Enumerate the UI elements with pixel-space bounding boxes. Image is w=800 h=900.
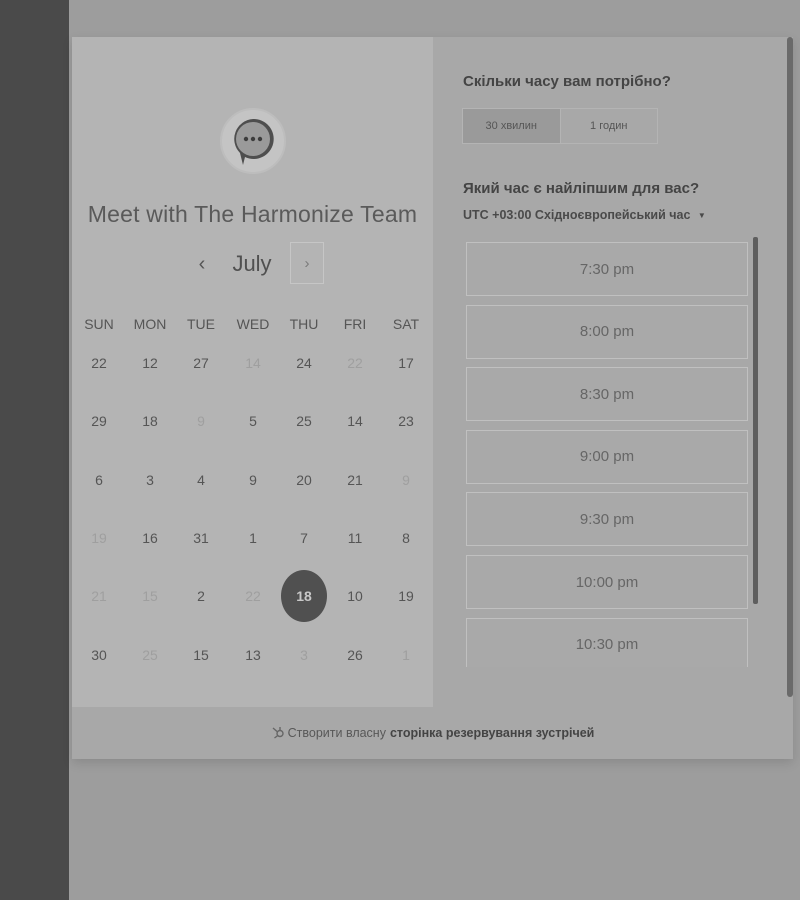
calendar-day[interactable]: 26	[332, 632, 378, 678]
calendar-day: 1	[402, 647, 410, 663]
calendar-day[interactable]: 14	[332, 398, 378, 444]
time-slot-list: 7:30 pm 8:00 pm 8:30 pm 9:00 pm 9:30 pm 10:00…	[466, 242, 748, 667]
calendar-day: 9	[197, 413, 205, 429]
time-slot-button[interactable]: 10:30 pm	[466, 617, 748, 667]
time-slot-button[interactable]: 9:00 pm	[466, 429, 748, 484]
calendar-day: 19	[91, 530, 107, 546]
calendar-day: 22	[347, 355, 363, 371]
calendar-day[interactable]: 5	[230, 398, 276, 444]
duration-question: Скільки часу вам потрібно?	[463, 73, 671, 90]
calendar-day: 3	[300, 647, 308, 663]
time-slot-button[interactable]: 8:30 pm	[466, 367, 748, 422]
calendar-day[interactable]: 11	[332, 515, 378, 561]
duration-toggle: 30 хвилин 1 годин	[462, 108, 658, 144]
calendar-day[interactable]: 9	[230, 457, 276, 503]
calendar-day[interactable]: 22	[76, 340, 122, 386]
hubspot-sprocket-icon	[271, 725, 285, 742]
calendar-day: 22	[245, 588, 261, 604]
calendar-day: 21	[91, 588, 107, 604]
calendar-day[interactable]: 25	[281, 398, 327, 444]
footer-bar: Створити власну сторінка резервування зу…	[72, 707, 793, 759]
calendar-day[interactable]: 4	[178, 457, 224, 503]
caret-down-icon: ▼	[697, 211, 706, 221]
calendar-day[interactable]: 1	[230, 515, 276, 561]
calendar-day[interactable]: 19	[383, 573, 429, 619]
calendar-day[interactable]: 17	[383, 340, 429, 386]
calendar-day[interactable]: 30	[76, 632, 122, 678]
time-slot-button[interactable]: 9:30 pm	[466, 492, 748, 547]
calendar-day[interactable]: 29	[76, 398, 122, 444]
calendar-day[interactable]: 21	[332, 457, 378, 503]
calendar-day[interactable]: 31	[178, 515, 224, 561]
left-sidebar-strip	[0, 0, 69, 900]
calendar-day: 25	[142, 647, 158, 663]
duration-option-30min[interactable]: 30 хвилин	[463, 109, 560, 143]
calendar-day[interactable]: 12	[127, 340, 173, 386]
time-slot-button[interactable]: 8:00 pm	[466, 304, 748, 359]
calendar-day[interactable]: 2	[178, 573, 224, 619]
calendar-day[interactable]: 3	[127, 457, 173, 503]
calendar-day: 9	[402, 472, 410, 488]
calendar-day[interactable]: 15	[178, 632, 224, 678]
calendar-day[interactable]: 24	[281, 340, 327, 386]
calendar-day[interactable]: 8	[383, 515, 429, 561]
calendar-day: 14	[245, 355, 261, 371]
calendar-day[interactable]: 18	[127, 398, 173, 444]
calendar-day[interactable]: 6	[76, 457, 122, 503]
time-slot-button[interactable]: 7:30 pm	[466, 242, 748, 296]
calendar-day[interactable]: 7	[281, 515, 327, 561]
time-slot-scrollbar[interactable]	[753, 237, 758, 604]
selected-day[interactable]: 18	[281, 570, 327, 622]
meetings-widget: Meet with The Harmonize Team ‹ July › SU…	[72, 37, 793, 759]
footer-text: Створити власну	[287, 726, 386, 740]
timezone-selector[interactable]: UTC +03:00 Східноєвропейський час ▼	[463, 208, 706, 222]
time-question: Який час є найліпшим для вас?	[463, 180, 700, 197]
calendar-day[interactable]: 13	[230, 632, 276, 678]
duration-option-1hour[interactable]: 1 годин	[559, 109, 658, 143]
page-scrollbar[interactable]	[787, 37, 793, 697]
calendar-panel: Meet with The Harmonize Team ‹ July › SU…	[72, 37, 433, 707]
calendar-grid: 22 12 27 14 24 22 17 29 18 9 5 25 14 23 6 3 4 9 20 21 9 19 16 3…	[72, 37, 433, 707]
booking-panel: Скільки часу вам потрібно? 30 хвилин 1 г…	[433, 37, 793, 707]
calendar-day[interactable]: 27	[178, 340, 224, 386]
calendar-day[interactable]: 23	[383, 398, 429, 444]
calendar-day[interactable]: 16	[127, 515, 173, 561]
time-slot-button[interactable]: 10:00 pm	[466, 555, 748, 609]
calendar-day[interactable]: 10	[332, 573, 378, 619]
timezone-name: Східноєвропейський час	[534, 208, 691, 222]
calendar-day[interactable]: 20	[281, 457, 327, 503]
calendar-day: 15	[142, 588, 158, 604]
timezone-offset: UTC +03:00	[463, 208, 532, 222]
footer-link[interactable]: сторінка резервування зустрічей	[390, 726, 594, 740]
